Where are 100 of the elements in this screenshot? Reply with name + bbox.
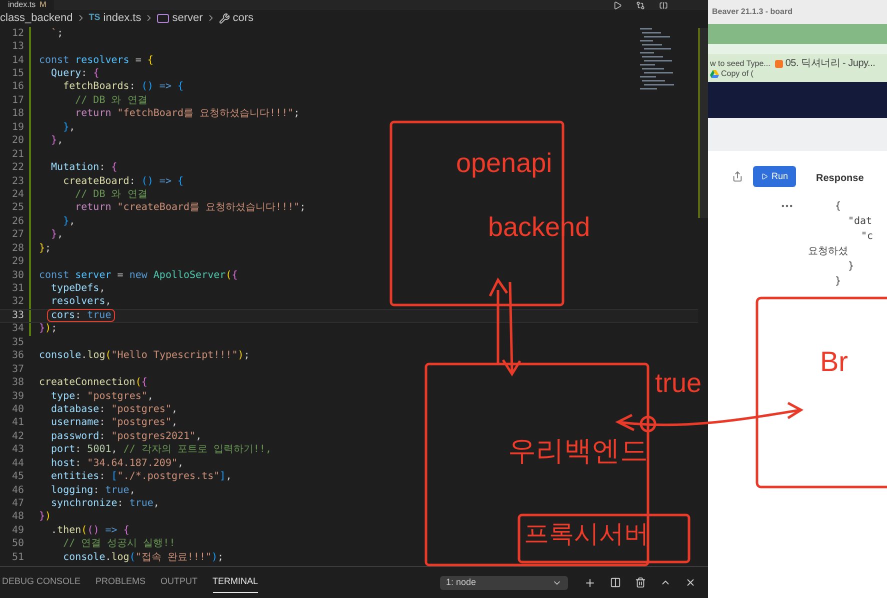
scrollbar-track[interactable] [698, 28, 708, 218]
breadcrumb-item[interactable]: cors [232, 10, 254, 26]
code-line: port: 5001, // 각자의 포트로 입력하기!!, [50, 445, 272, 456]
code-line: type: "postgres", [50, 392, 154, 402]
title-bar: Beaver 21.1.3 - board [708, 0, 887, 24]
response-line: 요청하셨 [808, 245, 849, 259]
code-line: fetchBoards: () => { [62, 82, 184, 92]
code-line: host: "34.64.187.209", [50, 458, 184, 469]
notebook-icon [775, 60, 784, 68]
bookmark-item[interactable]: 05. 딕셔너리 - Jupy... [785, 58, 876, 68]
compare-icon[interactable] [636, 0, 645, 10]
line-number: 35 [10, 338, 24, 348]
typescript-file-icon: TS [88, 11, 100, 25]
line-number: 19 [10, 122, 24, 133]
panel-tab[interactable]: DEBUG CONSOLE [2, 572, 81, 593]
code-line: synchronize: true, [50, 499, 160, 510]
add-icon[interactable] [584, 576, 596, 588]
line-number: 28 [10, 244, 24, 254]
line-number: 25 [10, 203, 24, 214]
panel-tab[interactable]: OUTPUT [160, 572, 198, 593]
line-number: 32 [10, 297, 24, 308]
tab-label: index.ts [8, 1, 36, 9]
drive-icon [710, 70, 719, 78]
code-line: // DB 와 연결 [74, 96, 148, 106]
variable-icon [157, 14, 170, 22]
code-line: console.log("Hello Typescript!!!"); [39, 351, 250, 362]
code-line: createConnection({ [39, 378, 148, 388]
response-line: } [834, 275, 842, 289]
code-line: typeDefs, [50, 284, 106, 294]
breadcrumb-item[interactable]: class_backend [0, 10, 73, 26]
line-number: 41 [10, 418, 24, 428]
line-number: 45 [10, 472, 24, 482]
code-line: return "fetchBoard를 요청하셨습니다!!!"; [74, 109, 300, 120]
code-line: // DB 와 연결 [74, 190, 148, 200]
annotation-text: 프록시서버 [524, 522, 649, 547]
breadcrumb-item[interactable]: server [172, 10, 203, 26]
bookmark-item[interactable]: w to seed Type... [710, 60, 770, 68]
response-line: { [834, 200, 842, 214]
line-number: 50 [10, 539, 24, 550]
line-number: 17 [10, 96, 24, 106]
code-line: const server = new ApolloServer({ [39, 270, 238, 281]
panel-tab[interactable]: TERMINAL [212, 572, 258, 593]
line-number: 34 [10, 324, 24, 334]
line-number: 49 [10, 526, 24, 536]
line-number: 13 [10, 42, 24, 52]
annotation-text: openapi [456, 150, 552, 177]
modified-status-text: M [40, 1, 46, 9]
line-number: 43 [10, 445, 24, 456]
code-line: Mutation: { [50, 163, 118, 174]
line-number: 26 [10, 216, 24, 227]
split-editor-icon[interactable] [659, 0, 668, 10]
code-line: logging: true, [50, 486, 136, 496]
breadcrumb-item[interactable]: index.ts [103, 10, 142, 26]
line-number: 24 [10, 190, 24, 200]
wrench-icon [218, 12, 230, 24]
line-number: 30 [10, 270, 24, 281]
annotation-text: true [655, 370, 702, 397]
line-number: 40 [10, 404, 24, 415]
line-number: 27 [10, 230, 24, 240]
line-number: 22 [10, 163, 24, 174]
line-number: 15 [10, 69, 24, 80]
terminal-select[interactable]: 1: node [440, 576, 568, 590]
code-line: }); [39, 324, 58, 334]
line-number: 20 [10, 136, 24, 146]
code-line: entities: ["./*.postgres.ts"], [50, 472, 232, 482]
code-line: }; [39, 244, 52, 254]
panel-tab[interactable]: PROBLEMS [96, 572, 146, 593]
code-line: database: "postgres", [50, 404, 178, 415]
editor-tab[interactable]: index.ts M [0, 0, 54, 10]
line-number: 36 [10, 351, 24, 362]
share-icon[interactable] [732, 171, 744, 182]
code-line: username: "postgres", [50, 418, 178, 428]
line-number: 39 [10, 392, 24, 402]
line-number: 48 [10, 512, 24, 522]
code-line: password: "postgres2021", [50, 432, 202, 442]
line-number: 23 [10, 176, 24, 187]
code-line: }, [50, 136, 64, 146]
close-icon[interactable] [685, 577, 696, 588]
line-number: 42 [10, 432, 24, 442]
response-line: } [847, 260, 856, 274]
code-line: Query: { [50, 69, 100, 80]
code-line: `; [50, 28, 64, 39]
line-number: 18 [10, 109, 24, 120]
line-number: 12 [10, 28, 24, 39]
code-line: const resolvers = { [39, 56, 154, 66]
response-line: "dat [847, 215, 874, 229]
line-number: 37 [10, 364, 24, 375]
line-number: 47 [10, 499, 24, 510]
run-icon[interactable] [613, 0, 622, 10]
code-line: .then(() => { [50, 526, 130, 536]
code-line: // 연결 성공시 실행!! [62, 539, 176, 550]
code-line: return "createBoard를 요청하셨습니다!!!"; [74, 203, 306, 214]
response-line: "c [860, 230, 874, 244]
code-line: resolvers, [50, 297, 112, 308]
bookmark-item[interactable]: Copy of ( [721, 70, 754, 78]
split-icon[interactable] [610, 577, 621, 588]
code-line: }, [50, 230, 64, 240]
run-button[interactable]: Run [753, 166, 796, 187]
trash-icon[interactable] [635, 577, 646, 588]
line-number: 21 [10, 150, 24, 160]
